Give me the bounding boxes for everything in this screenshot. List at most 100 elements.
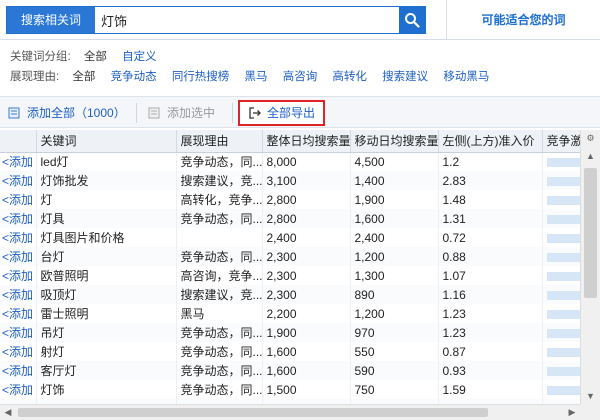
search-input[interactable] bbox=[101, 7, 401, 33]
competition-cell bbox=[542, 323, 581, 342]
total-search-cell: 3,100 bbox=[262, 171, 351, 190]
gear-icon[interactable]: ⚙ bbox=[581, 130, 600, 146]
competition-bar bbox=[546, 176, 579, 186]
vertical-scrollbar[interactable]: ⚙ ▲ ▼ bbox=[580, 130, 600, 404]
reason-cell: 高转化，竞争... bbox=[176, 190, 263, 209]
toolbar-divider bbox=[136, 103, 137, 123]
export-all-button[interactable]: 全部导出 bbox=[238, 100, 326, 126]
search-button[interactable] bbox=[399, 7, 425, 33]
total-search-cell: 2,800 bbox=[262, 190, 351, 209]
competition-bar bbox=[546, 347, 579, 357]
filter-reason-search-suggest[interactable]: 搜索建议 bbox=[382, 71, 428, 83]
price-cell: 0.88 bbox=[438, 247, 543, 266]
add-keyword-link[interactable]: <添加 bbox=[0, 361, 37, 380]
add-keyword-link[interactable]: <添加 bbox=[0, 285, 37, 304]
reason-cell: 高咨询，竞争... bbox=[176, 266, 263, 285]
horizontal-scroll-thumb[interactable] bbox=[18, 408, 488, 417]
column-header-price[interactable]: 左侧(上方)准入价 bbox=[438, 130, 543, 153]
toolbar: 添加全部（1000） 添加选中 全部导出 bbox=[0, 96, 600, 128]
add-keyword-link[interactable]: <添加 bbox=[0, 323, 37, 342]
column-header-mobile-search[interactable]: 移动日均搜索量 bbox=[350, 130, 439, 153]
filter-reason-all[interactable]: 全部 bbox=[72, 71, 95, 83]
scroll-left-icon[interactable]: ◀ bbox=[0, 405, 16, 420]
mobile-search-cell: 1,400 bbox=[350, 171, 439, 190]
filter-reason-competition[interactable]: 竞争动态 bbox=[111, 71, 157, 83]
filter-reason-dark-horse[interactable]: 黑马 bbox=[245, 71, 268, 83]
total-search-cell: 2,300 bbox=[262, 266, 351, 285]
table-row: <添加 客厅灯 竞争动态，同... 1,600 590 0.93 bbox=[0, 361, 581, 380]
total-search-cell: 8,000 bbox=[262, 152, 351, 171]
reason-cell: 搜索建议，竞... bbox=[176, 171, 263, 190]
add-all-button[interactable]: 添加全部（1000） bbox=[8, 103, 126, 123]
add-selected-button[interactable]: 添加选中 bbox=[148, 103, 215, 123]
add-keyword-link[interactable]: <添加 bbox=[0, 342, 37, 361]
filter-reason-high-conversion[interactable]: 高转化 bbox=[332, 71, 367, 83]
filter-row-reason: 展现理由: 全部 竞争动态 同行热搜榜 黑马 高咨询 高转化 搜索建议 移动黑马 bbox=[10, 68, 501, 86]
add-keyword-link[interactable]: <添加 bbox=[0, 304, 37, 323]
total-search-cell: 1,600 bbox=[262, 342, 351, 361]
scroll-down-icon[interactable]: ▼ bbox=[581, 388, 600, 404]
total-search-cell: 2,800 bbox=[262, 209, 351, 228]
competition-bar bbox=[546, 271, 579, 281]
price-cell: 2.83 bbox=[438, 171, 543, 190]
search-label: 搜索相关词 bbox=[7, 7, 95, 33]
column-header-reason[interactable]: 展现理由 bbox=[176, 130, 263, 153]
add-keyword-link[interactable]: <添加 bbox=[0, 228, 37, 247]
keyword-cell: 灯饰 bbox=[36, 380, 177, 399]
add-keyword-link[interactable]: <添加 bbox=[0, 190, 37, 209]
search-box: 搜索相关词 bbox=[6, 6, 426, 34]
mobile-search-cell: 590 bbox=[350, 361, 439, 380]
competition-cell bbox=[542, 380, 581, 399]
price-cell: 1.23 bbox=[438, 304, 543, 323]
filter-reason-mobile-dark-horse[interactable]: 移动黑马 bbox=[443, 71, 489, 83]
add-keyword-link[interactable]: <添加 bbox=[0, 380, 37, 399]
filter-row-group: 关键词分组: 全部 自定义 bbox=[10, 48, 169, 66]
column-header-total-search[interactable]: 整体日均搜索量 bbox=[262, 130, 351, 153]
price-cell: 0.93 bbox=[438, 361, 543, 380]
add-all-label: 添加全部（1000） bbox=[27, 106, 126, 120]
price-cell: 1.31 bbox=[438, 209, 543, 228]
keyword-cell: 灯具 bbox=[36, 209, 177, 228]
add-keyword-link[interactable]: <添加 bbox=[0, 247, 37, 266]
competition-bar bbox=[546, 309, 579, 319]
add-keyword-link[interactable]: <添加 bbox=[0, 209, 37, 228]
column-header-keyword[interactable]: 关键词 bbox=[36, 130, 177, 153]
tab-suggested-words[interactable]: 可能适合您的词 bbox=[446, 0, 600, 40]
table-row: <添加 台灯 竞争动态，同... 2,300 1,200 0.88 bbox=[0, 247, 581, 266]
scroll-right-icon[interactable]: ▶ bbox=[564, 405, 580, 420]
filter-reason-hot-list[interactable]: 同行热搜榜 bbox=[172, 71, 230, 83]
mobile-search-cell: 750 bbox=[350, 380, 439, 399]
total-search-cell: 2,200 bbox=[262, 304, 351, 323]
competition-cell bbox=[542, 266, 581, 285]
add-keyword-link[interactable]: <添加 bbox=[0, 266, 37, 285]
mobile-search-cell: 1,300 bbox=[350, 266, 439, 285]
reason-cell: 竞争动态，同... bbox=[176, 323, 263, 342]
reason-cell: 竞争动态，同... bbox=[176, 209, 263, 228]
price-cell: 1.2 bbox=[438, 152, 543, 171]
add-keyword-link[interactable]: <添加 bbox=[0, 152, 37, 171]
total-search-cell: 2,300 bbox=[262, 285, 351, 304]
column-header-competition[interactable]: 竞争激烈 bbox=[542, 130, 581, 153]
total-search-cell: 1,500 bbox=[262, 380, 351, 399]
competition-cell bbox=[542, 304, 581, 323]
total-search-cell: 1,600 bbox=[262, 361, 351, 380]
table-row: <添加 吊灯 竞争动态，同... 1,900 970 1.23 bbox=[0, 323, 581, 342]
filter-group-all[interactable]: 全部 bbox=[84, 51, 107, 63]
vertical-scroll-thumb[interactable] bbox=[584, 168, 597, 298]
filter-group-custom[interactable]: 自定义 bbox=[122, 51, 157, 63]
total-search-cell: 2,400 bbox=[262, 228, 351, 247]
keyword-table: 关键词 展现理由 整体日均搜索量 移动日均搜索量 左侧(上方)准入价 竞争激烈 … bbox=[0, 130, 600, 404]
horizontal-scrollbar[interactable]: ◀ ▶ bbox=[0, 404, 580, 420]
table-row: <添加 灯饰批发 搜索建议，竞... 3,100 1,400 2.83 bbox=[0, 171, 581, 190]
filter-reason-high-inquiry[interactable]: 高咨询 bbox=[283, 71, 318, 83]
reason-cell: 竞争动态，同... bbox=[176, 152, 263, 171]
table-row: <添加 灯具图片和价格 2,400 2,400 0.72 bbox=[0, 228, 581, 247]
competition-bar bbox=[546, 195, 579, 205]
scroll-up-icon[interactable]: ▲ bbox=[581, 148, 600, 164]
price-cell: 1.07 bbox=[438, 266, 543, 285]
add-keyword-link[interactable]: <添加 bbox=[0, 171, 37, 190]
filter-panel: 关键词分组: 全部 自定义 展现理由: 全部 竞争动态 同行热搜榜 黑马 高咨询… bbox=[0, 44, 600, 92]
mobile-search-cell: 1,200 bbox=[350, 304, 439, 323]
table-row: <添加 吸顶灯 搜索建议，竞... 2,300 890 1.16 bbox=[0, 285, 581, 304]
keyword-cell: 灯 bbox=[36, 190, 177, 209]
